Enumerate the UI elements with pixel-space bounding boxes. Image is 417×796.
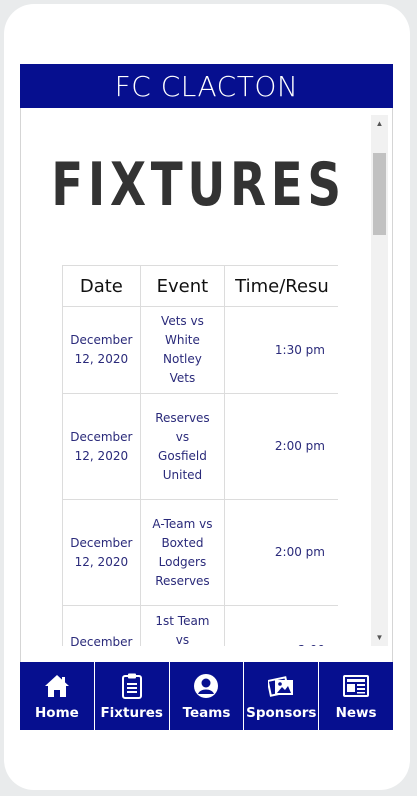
column-header-event: Event [140,265,226,307]
bottom-nav: Home Fixtures Teams Sponsors News [20,662,393,730]
images-icon [267,672,295,700]
fixture-event: Vets vs White Notley Vets [140,306,226,394]
table-row: December 12, 2020 Reserves vs Gosfield U… [62,393,338,500]
fixture-event: Reserves vs Gosfield United [140,393,226,500]
home-icon [43,672,71,700]
table-row: December 12, 2020 A-Team vs Boxted Lodge… [62,499,338,606]
nav-item-sponsors[interactable]: Sponsors [244,662,320,730]
nav-item-news[interactable]: News [319,662,393,730]
fixture-time: 1:30 pm [224,306,338,394]
clipboard-icon [118,672,146,700]
nav-item-teams[interactable]: Teams [170,662,245,730]
fixture-event: 1st Team vs [140,605,226,646]
nav-label: Sponsors [246,704,317,721]
fixture-date: December 12, 2020 [62,499,141,606]
scroll-down-arrow-icon[interactable]: ▼ [371,629,388,646]
nav-item-fixtures[interactable]: Fixtures [95,662,170,730]
vertical-scrollbar[interactable]: ▲ ▼ [371,115,388,646]
nav-label: News [335,704,377,721]
column-header-date: Date [62,265,141,307]
app-title: FC CLACTON [114,69,299,103]
table-row: December 12, 2020 Vets vs White Notley V… [62,306,338,394]
nav-label: Fixtures [100,704,163,721]
scroll-up-arrow-icon[interactable]: ▲ [371,115,388,132]
scrollbar-thumb[interactable] [373,153,386,235]
fixture-time: 2:00 [224,605,338,646]
table-row: December 1st Team vs 2:00 [62,605,338,646]
nav-label: Teams [182,704,231,721]
page-title: FIXTURES [51,150,346,220]
fixture-event: A-Team vs Boxted Lodgers Reserves [140,499,226,606]
fixture-time: 2:00 pm [224,499,338,606]
nav-label: Home [35,704,79,721]
fixture-date: December [62,605,141,646]
app-header: FC CLACTON [20,64,393,108]
fixture-date: December 12, 2020 [62,306,141,394]
fixture-time: 2:00 pm [224,393,338,500]
newspaper-icon [342,672,370,700]
user-icon [192,672,220,700]
nav-item-home[interactable]: Home [20,662,95,730]
table-header-row: Date Event Time/Resu [62,265,338,307]
fixture-date: December 12, 2020 [62,393,141,500]
column-header-time: Time/Resu [224,265,338,307]
fixtures-table-container[interactable]: Date Event Time/Resu December 12, 2020 V… [62,265,338,646]
fixtures-table: Date Event Time/Resu December 12, 2020 V… [62,265,338,646]
